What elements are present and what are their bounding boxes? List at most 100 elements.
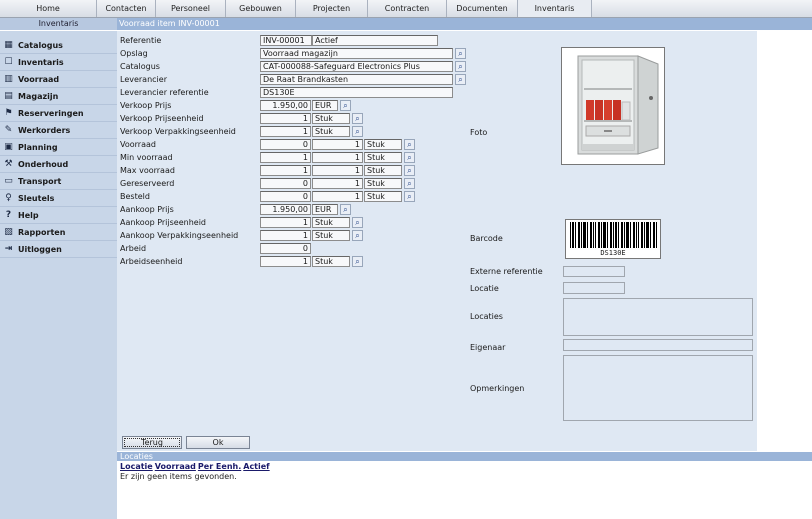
maintenance-icon: ⚒: [4, 159, 13, 169]
eigenaar-field[interactable]: [563, 339, 753, 351]
search-icon[interactable]: ⌕: [404, 178, 415, 189]
sidebar-item-magazijn[interactable]: ▤ Magazijn: [0, 88, 117, 105]
min-voorraad-unit[interactable]: Stuk: [364, 152, 402, 163]
opslag-field[interactable]: Voorraad magazijn: [260, 48, 453, 59]
leverancier-referentie-field[interactable]: DS130E: [260, 87, 453, 98]
aankoop-prijs-field[interactable]: 1.950,00: [260, 204, 311, 215]
aankoop-prijseenheid-unit[interactable]: Stuk: [312, 217, 350, 228]
besteld-qty[interactable]: 0: [260, 191, 311, 202]
tab-home[interactable]: Home: [0, 0, 97, 17]
search-icon[interactable]: ⌕: [340, 204, 351, 215]
arbeidseenheid-unit[interactable]: Stuk: [312, 256, 350, 267]
search-icon[interactable]: ⌕: [404, 152, 415, 163]
besteld-per[interactable]: 1: [312, 191, 363, 202]
min-voorraad-qty[interactable]: 1: [260, 152, 311, 163]
back-button[interactable]: Terug: [122, 436, 182, 449]
tab-personeel[interactable]: Personeel: [156, 0, 226, 17]
sidebar-item-sleutels[interactable]: ♀ Sleutels: [0, 190, 117, 207]
max-voorraad-per[interactable]: 1: [312, 165, 363, 176]
tab-contacten[interactable]: Contacten: [97, 0, 156, 17]
search-icon[interactable]: ⌕: [352, 126, 363, 137]
aankoop-verpakking-unit[interactable]: Stuk: [312, 230, 350, 241]
catalogus-field[interactable]: CAT-000088-Safeguard Electronics Plus: [260, 61, 453, 72]
verkoop-verpakking-qty[interactable]: 1: [260, 126, 311, 137]
min-voorraad-per[interactable]: 1: [312, 152, 363, 163]
gereserveerd-qty[interactable]: 0: [260, 178, 311, 189]
column-actief[interactable]: Actief: [243, 462, 269, 471]
voorraad-qty[interactable]: 0: [260, 139, 311, 150]
gereserveerd-per[interactable]: 1: [312, 178, 363, 189]
tab-documenten[interactable]: Documenten: [447, 0, 518, 17]
referentie-field[interactable]: INV-00001: [260, 35, 312, 46]
sidebar-item-werkorders[interactable]: ✎ Werkorders: [0, 122, 117, 139]
sidebar-item-label: Voorraad: [18, 75, 60, 84]
tab-contracten[interactable]: Contracten: [368, 0, 447, 17]
tab-gebouwen[interactable]: Gebouwen: [226, 0, 296, 17]
search-icon[interactable]: ⌕: [404, 139, 415, 150]
verkoop-prijs-field[interactable]: 1.950,00: [260, 100, 311, 111]
search-icon[interactable]: ⌕: [455, 74, 466, 85]
verkoop-prijseenheid-unit[interactable]: Stuk: [312, 113, 350, 124]
tab-inventaris[interactable]: Inventaris: [518, 0, 592, 17]
sidebar-item-uitloggen[interactable]: ⇥ Uitloggen: [0, 241, 117, 258]
column-per-eenheid[interactable]: Per Eenh.: [198, 462, 241, 471]
search-icon[interactable]: ⌕: [340, 100, 351, 111]
search-icon[interactable]: ⌕: [404, 191, 415, 202]
arbeid-field[interactable]: 0: [260, 243, 311, 254]
besteld-unit[interactable]: Stuk: [364, 191, 402, 202]
min-voorraad-label: Min voorraad: [120, 153, 173, 162]
verkoop-verpakking-unit[interactable]: Stuk: [312, 126, 350, 137]
search-icon[interactable]: ⌕: [404, 165, 415, 176]
verkoop-prijseenheid-qty[interactable]: 1: [260, 113, 311, 124]
sidebar-item-help[interactable]: ? Help: [0, 207, 117, 224]
max-voorraad-qty[interactable]: 1: [260, 165, 311, 176]
barcode-text: DS130E: [600, 249, 626, 257]
aankoop-prijs-label: Aankoop Prijs: [120, 205, 174, 214]
voorraad-label: Voorraad: [120, 140, 156, 149]
externe-referentie-field[interactable]: [563, 266, 625, 277]
search-icon[interactable]: ⌕: [455, 48, 466, 59]
sidebar-item-onderhoud[interactable]: ⚒ Onderhoud: [0, 156, 117, 173]
search-icon[interactable]: ⌕: [352, 113, 363, 124]
search-icon[interactable]: ⌕: [352, 230, 363, 241]
verkoop-prijseenheid-label: Verkoop Prijseenheid: [120, 114, 204, 123]
max-voorraad-unit[interactable]: Stuk: [364, 165, 402, 176]
top-navigation: Home Contacten Personeel Gebouwen Projec…: [0, 0, 812, 18]
search-icon[interactable]: ⌕: [352, 256, 363, 267]
locaties-field[interactable]: [563, 298, 753, 336]
sidebar-item-reserveringen[interactable]: ⚑ Reserveringen: [0, 105, 117, 122]
sidebar-item-label: Inventaris: [18, 58, 64, 67]
barcode-label: Barcode: [470, 234, 503, 243]
arbeidseenheid-qty[interactable]: 1: [260, 256, 311, 267]
sidebar-item-transport[interactable]: ▭ Transport: [0, 173, 117, 190]
sidebar-item-rapporten[interactable]: ▧ Rapporten: [0, 224, 117, 241]
aankoop-valuta-field[interactable]: EUR: [312, 204, 338, 215]
status-field[interactable]: Actief: [312, 35, 438, 46]
leverancier-field[interactable]: De Raat Brandkasten: [260, 74, 453, 85]
warehouse-icon: ▤: [4, 91, 13, 101]
opmerkingen-label: Opmerkingen: [470, 384, 525, 393]
tab-projecten[interactable]: Projecten: [296, 0, 368, 17]
sidebar-item-inventaris[interactable]: ☐ Inventaris: [0, 54, 117, 71]
search-icon[interactable]: ⌕: [455, 61, 466, 72]
catalog-icon: ▦: [4, 40, 13, 50]
opmerkingen-field[interactable]: [563, 355, 753, 421]
column-locatie[interactable]: Locatie: [120, 462, 153, 471]
locatie-label: Locatie: [470, 284, 499, 293]
voorraad-unit[interactable]: Stuk: [364, 139, 402, 150]
sidebar-item-planning[interactable]: ▣ Planning: [0, 139, 117, 156]
locaties-header: Locaties: [117, 452, 812, 461]
aankoop-verpakking-qty[interactable]: 1: [260, 230, 311, 241]
voorraad-per[interactable]: 1: [312, 139, 363, 150]
sidebar-item-catalogus[interactable]: ▦ Catalogus: [0, 37, 117, 54]
ok-button[interactable]: Ok: [186, 436, 250, 449]
locatie-field[interactable]: [563, 282, 625, 294]
sidebar-item-label: Onderhoud: [18, 160, 69, 169]
column-voorraad[interactable]: Voorraad: [155, 462, 196, 471]
gereserveerd-unit[interactable]: Stuk: [364, 178, 402, 189]
aankoop-prijseenheid-qty[interactable]: 1: [260, 217, 311, 228]
verkoop-verpakkingseenheid-label: Verkoop Verpakkingseenheid: [120, 127, 236, 136]
verkoop-valuta-field[interactable]: EUR: [312, 100, 338, 111]
search-icon[interactable]: ⌕: [352, 217, 363, 228]
sidebar-item-voorraad[interactable]: ▥ Voorraad: [0, 71, 117, 88]
